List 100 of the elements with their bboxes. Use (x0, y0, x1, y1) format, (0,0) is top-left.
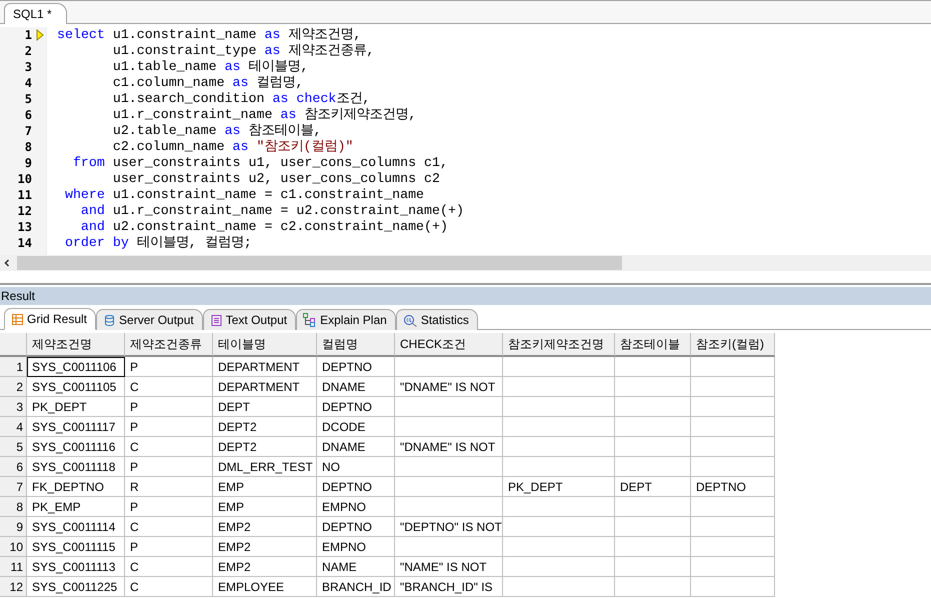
table-cell: P (125, 497, 213, 517)
table-cell: DEPT2 (213, 417, 317, 437)
table-cell: DEPTNO (691, 477, 775, 497)
horizontal-scrollbar[interactable] (0, 255, 931, 271)
code-line: u1.search_condition as check조건, (112, 91, 370, 107)
table-cell: SYS_C0011114 (27, 517, 125, 537)
table-cell: EMPLOYEE (213, 577, 317, 597)
table-cell: "DNAME" IS NOT (395, 377, 503, 397)
code-line: c2.column_name as "참조키(컬럼)" (112, 139, 354, 155)
table-cell: DEPTNO (317, 477, 395, 497)
line-number: 4 (24, 76, 32, 90)
table-cell: DEPT (615, 477, 691, 497)
result-tab[interactable]: Statistics (396, 309, 478, 330)
table-cell: SYS_C0011118 (27, 457, 125, 477)
table-cell: PK_EMP (27, 497, 125, 517)
table-cell: EMP2 (213, 537, 317, 557)
row-number: 2 (0, 377, 27, 397)
code-line: and u2.constraint_name = c2.constraint_name(+) (80, 219, 448, 235)
table-cell: EMPNO (317, 537, 395, 557)
table-cell: SYS_C0011105 (27, 377, 125, 397)
line-number: 9 (24, 156, 32, 170)
result-tab[interactable]: Explain Plan (296, 309, 396, 330)
code-line: select u1.constraint_name as 제약조건명, (57, 27, 362, 43)
table-icon (11, 312, 24, 326)
table-cell: EMPNO (317, 497, 395, 517)
row-number: 7 (0, 477, 27, 497)
column-header[interactable]: 참조키제약조건명 (503, 333, 615, 357)
table-cell: SYS_C0011106 (27, 357, 125, 377)
table-cell: DEPARTMENT (213, 357, 317, 377)
scrollbar-thumb[interactable] (17, 256, 622, 270)
table-cell: "DEPTNO" IS NOT (395, 517, 503, 537)
result-tab[interactable]: Server Output (96, 309, 203, 330)
table-cell: EMP (213, 477, 317, 497)
row-number: 8 (0, 497, 27, 517)
line-number: 5 (24, 92, 32, 106)
line-number: 14 (18, 236, 32, 250)
line-number: 3 (24, 60, 32, 74)
table-cell: DEPT2 (213, 437, 317, 457)
table-cell: C (125, 557, 213, 577)
result-tab[interactable]: Grid Result (4, 308, 96, 330)
table-cell: C (125, 437, 213, 457)
table-cell: SYS_C0011116 (27, 437, 125, 457)
table-cell: FK_DEPTNO (27, 477, 125, 497)
line-number: 1 (24, 28, 32, 42)
table-cell: "DNAME" IS NOT (395, 437, 503, 457)
code-line: c1.column_name as 컬럼명, (112, 75, 304, 91)
table-cell: PK_DEPT (27, 397, 125, 417)
column-header[interactable]: 컬럼명 (317, 333, 395, 357)
column-header[interactable]: 참조테이블 (615, 333, 691, 357)
column-header[interactable]: 참조키(컬럼) (691, 333, 775, 357)
column-header[interactable]: 제약조건종류 (125, 333, 213, 357)
table-cell: NAME (317, 557, 395, 577)
table-cell: C (125, 377, 213, 397)
row-number: 9 (0, 517, 27, 537)
column-header[interactable]: 테이블명 (213, 333, 317, 357)
row-number: 1 (0, 357, 27, 377)
row-number: 4 (0, 417, 27, 437)
table-cell: SYS_C0011225 (27, 577, 125, 597)
code-line: from user_constraints u1, user_cons_columns c1, (72, 155, 448, 171)
row-number: 5 (0, 437, 27, 457)
table-cell: EMP2 (213, 517, 317, 537)
table-cell: PK_DEPT (503, 477, 615, 497)
line-number: 2 (24, 44, 32, 58)
table-cell: DML_ERR_TEST (213, 457, 317, 477)
column-header[interactable]: 제약조건명 (27, 333, 125, 357)
table-cell: BRANCH_ID (317, 577, 395, 597)
row-number: 12 (0, 577, 27, 597)
code-line: and u1.r_constraint_name = u2.constraint_name(+) (80, 203, 464, 219)
document-icon (210, 314, 223, 326)
table-cell: DEPTNO (317, 517, 395, 537)
row-number: 3 (0, 397, 27, 417)
code-line: user_constraints u2, user_cons_columns c2 (112, 171, 440, 187)
table-cell: EMP2 (213, 557, 317, 577)
database-icon (103, 314, 116, 326)
table-cell: P (125, 537, 213, 557)
code-line: u1.constraint_type as 제약조건종류, (112, 43, 374, 59)
line-number: 11 (18, 188, 32, 202)
table-cell: R (125, 477, 213, 497)
table-cell: DNAME (317, 377, 395, 397)
magnifier-icon (402, 314, 418, 326)
column-header[interactable]: CHECK조건 (395, 333, 503, 357)
code-line: u1.r_constraint_name as 참조키제약조건명, (112, 107, 416, 123)
table-cell: DEPTNO (317, 357, 395, 377)
row-number: 11 (0, 557, 27, 577)
table-cell: DEPT (213, 397, 317, 417)
table-cell: DNAME (317, 437, 395, 457)
editor-tab[interactable]: SQL1 * (4, 3, 67, 24)
code-line: u1.table_name as 테이블명, (112, 59, 308, 75)
line-number: 10 (18, 172, 32, 186)
row-number: 10 (0, 537, 27, 557)
line-number: 8 (24, 140, 32, 154)
table-cell: P (125, 357, 213, 377)
table-cell: P (125, 417, 213, 437)
table-cell: SYS_C0011117 (27, 417, 125, 437)
tree-diagram-icon (303, 313, 318, 327)
line-number: 13 (18, 220, 32, 234)
table-cell: DCODE (317, 417, 395, 437)
line-number: 7 (24, 124, 32, 138)
table-cell: EMP (213, 497, 317, 517)
result-tab[interactable]: Text Output (202, 309, 296, 330)
